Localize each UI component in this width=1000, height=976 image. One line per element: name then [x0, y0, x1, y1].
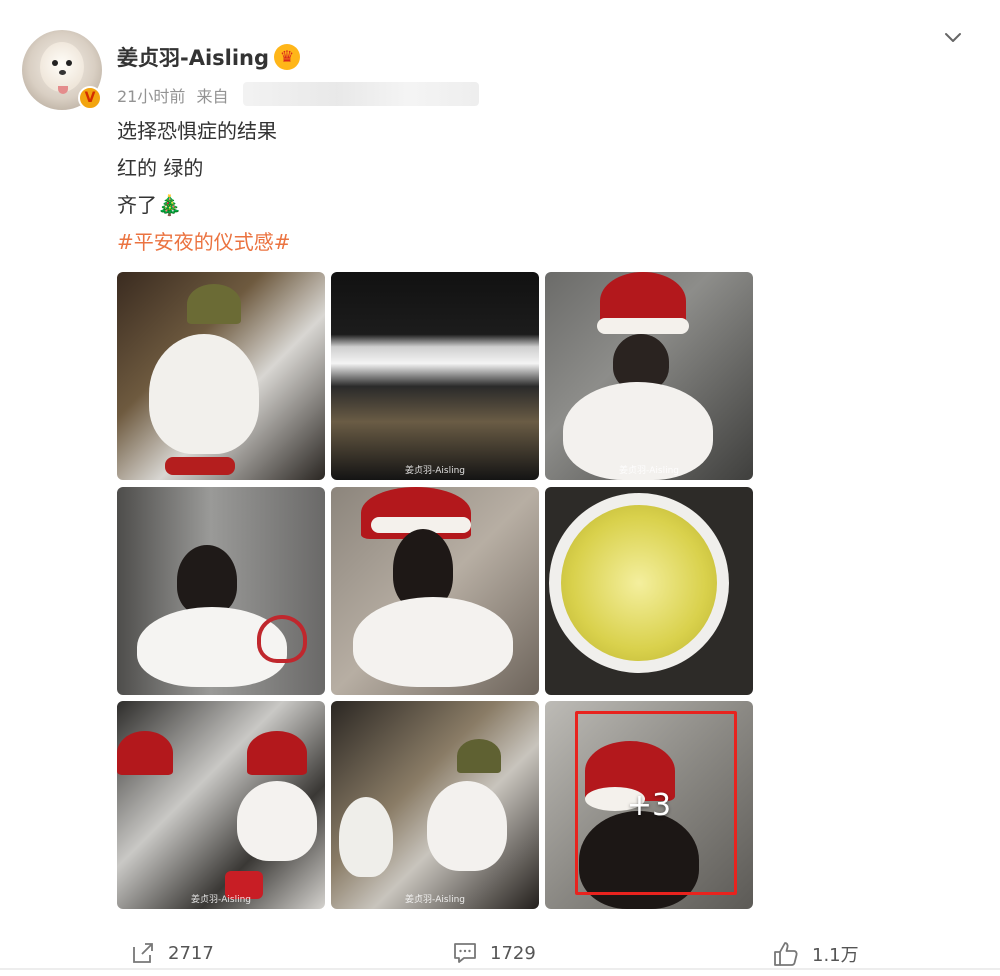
- comment-count: 1729: [490, 942, 536, 964]
- photo-shoes: [165, 457, 235, 475]
- photo-watermark-3: 姜贞羽-Aisling: [618, 466, 679, 476]
- photo-green-hat: [457, 739, 501, 773]
- avatar-dog-face: [40, 42, 84, 92]
- photo-watermark-7: 姜贞羽-Aisling: [190, 895, 251, 905]
- photo-8[interactable]: 姜贞羽-Aisling: [331, 701, 539, 909]
- like-count: 1.1万: [812, 945, 859, 966]
- post-text-line-3: 齐了🎄: [117, 193, 182, 217]
- post-text-line-2: 红的 绿的: [117, 156, 204, 180]
- photo-subject-sweater: [149, 334, 259, 454]
- share-button[interactable]: 2717: [130, 940, 214, 966]
- photo-subject-hat: [187, 284, 241, 324]
- photo-3[interactable]: 姜贞羽-Aisling: [545, 272, 753, 480]
- photo-7[interactable]: 姜贞羽-Aisling: [117, 701, 325, 909]
- photo-soup: [561, 505, 717, 661]
- avatar-eye-left: [52, 60, 58, 66]
- thumbs-up-icon: [774, 942, 798, 966]
- photo-sweater-8b: [339, 797, 393, 877]
- comment-icon: [454, 943, 476, 963]
- post-meta: 21小时前 来自: [117, 83, 228, 107]
- author-name[interactable]: 姜贞羽-Aisling: [117, 42, 269, 72]
- photo-santa-hat-7a: [117, 731, 173, 775]
- crown-icon[interactable]: ♛: [274, 44, 300, 70]
- photo-1[interactable]: [117, 272, 325, 480]
- share-count: 2717: [168, 942, 214, 964]
- photo-2[interactable]: 姜贞羽-Aisling: [331, 272, 539, 480]
- hashtag-link[interactable]: #平安夜的仪式感#: [117, 226, 291, 255]
- photo-4[interactable]: [117, 487, 325, 695]
- avatar-tongue: [58, 86, 68, 94]
- photo-hair-4: [177, 545, 237, 615]
- photo-watermark: 姜贞羽-Aisling: [404, 466, 465, 476]
- photo-sweater-8: [427, 781, 507, 871]
- avatar-nose: [59, 70, 66, 75]
- comment-button[interactable]: 1729: [452, 940, 536, 966]
- photo-5[interactable]: [331, 487, 539, 695]
- photo-santa-hat-7b: [247, 731, 307, 775]
- blurred-source: [243, 82, 479, 106]
- share-icon: [133, 943, 153, 963]
- weibo-post-card: V 姜贞羽-Aisling ♛ 21小时前 来自 选择恐惧症的结果 红的 绿的 …: [0, 0, 1000, 976]
- post-time[interactable]: 21小时前: [117, 87, 185, 106]
- verified-badge-icon: V: [78, 86, 102, 110]
- photo-sweater-5: [353, 597, 513, 687]
- photo-sweater-7: [237, 781, 317, 861]
- avatar-eye-right: [66, 60, 72, 66]
- like-button[interactable]: 1.1万: [772, 940, 859, 968]
- divider: [0, 968, 1000, 970]
- highlight-annotation-box: [575, 711, 737, 895]
- photo-6[interactable]: [545, 487, 753, 695]
- post-source-prefix: 来自: [196, 87, 229, 106]
- photo-red-bag: [257, 615, 307, 663]
- chevron-down-icon[interactable]: [940, 24, 966, 50]
- post-text-line-1: 选择恐惧症的结果: [117, 119, 277, 143]
- photo-hat-brim: [597, 318, 689, 334]
- photo-watermark-8: 姜贞羽-Aisling: [404, 895, 465, 905]
